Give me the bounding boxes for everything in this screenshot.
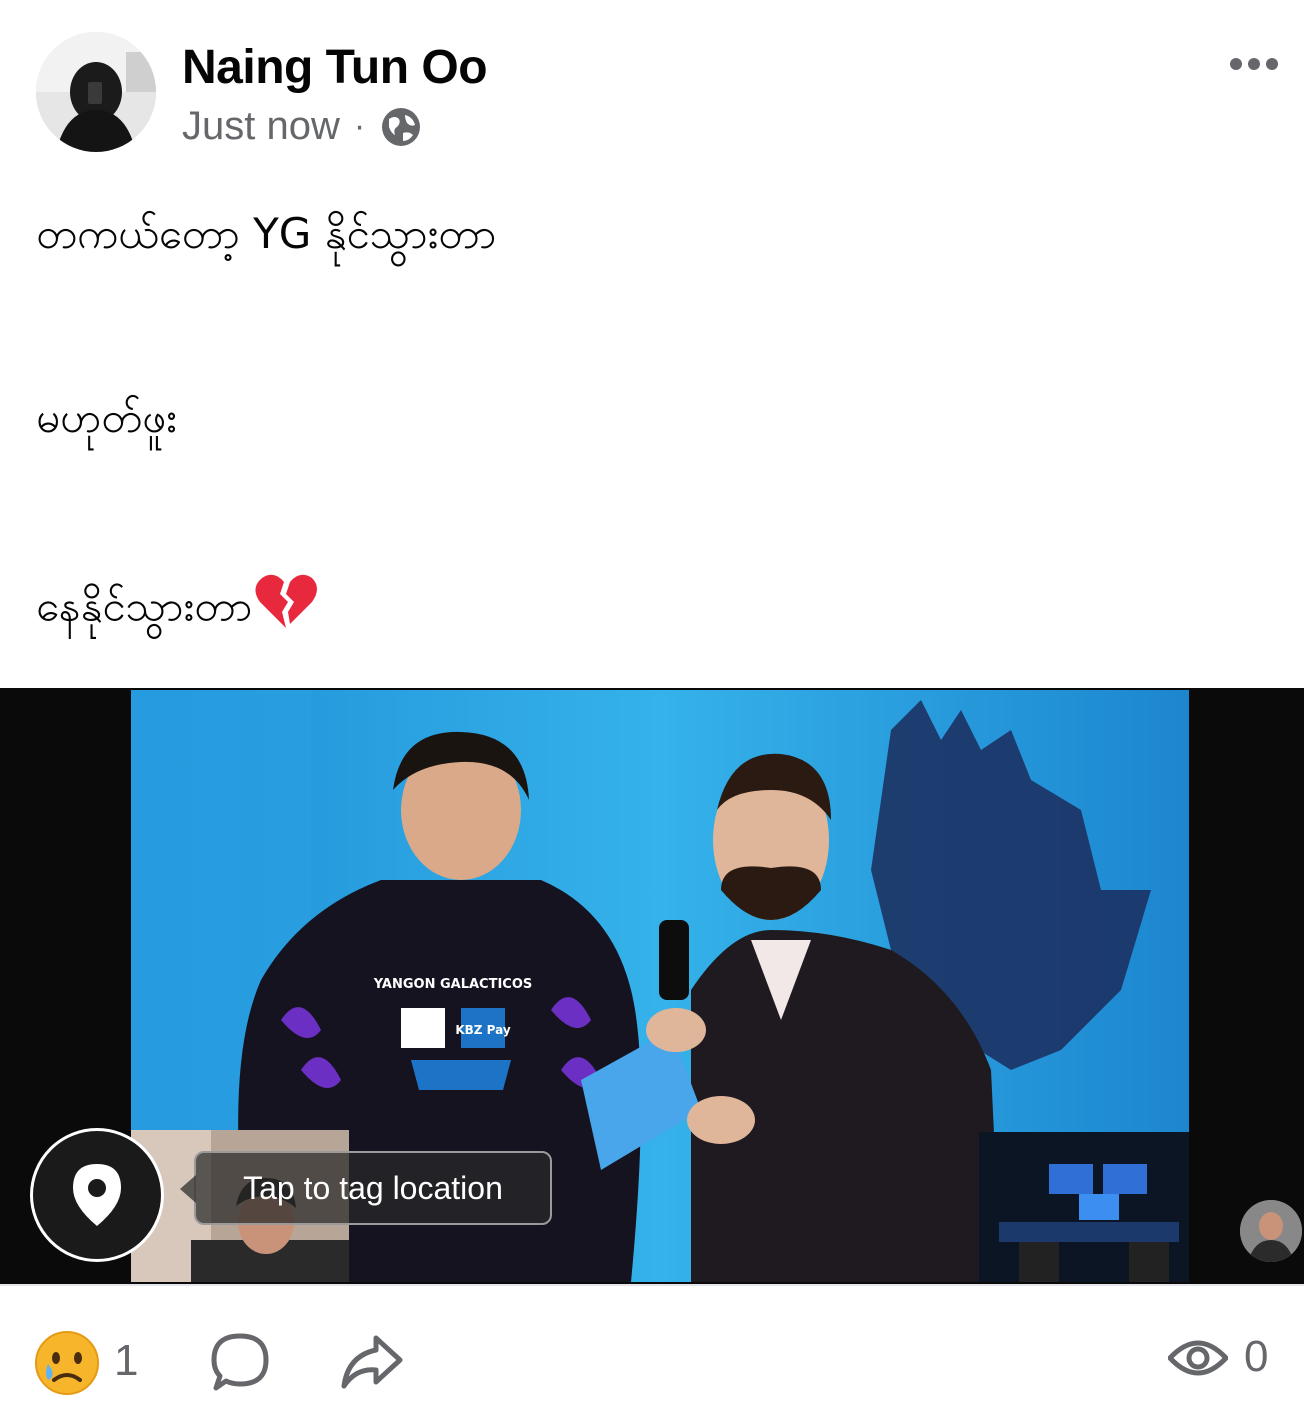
post-line-1: တကယ်တော့ YG နိုင်သွားတာ	[36, 209, 497, 258]
reaction-count[interactable]: 1	[114, 1336, 138, 1386]
sponsor-text: KBZ Pay	[455, 1023, 511, 1037]
meta-separator: ·	[353, 107, 366, 145]
author-name[interactable]: Naing Tun Oo	[182, 40, 488, 95]
more-options-icon[interactable]	[1224, 52, 1284, 76]
viewer-avatar[interactable]	[1240, 1200, 1302, 1262]
share-icon[interactable]	[340, 1332, 404, 1392]
eye-icon	[1168, 1340, 1228, 1376]
avatar-image	[36, 32, 156, 152]
post-meta: Just now ·	[182, 104, 423, 149]
author-avatar[interactable]	[36, 32, 156, 152]
viewer-avatar-image	[1240, 1200, 1302, 1262]
jersey-text: YANGON GALACTICOS	[373, 977, 533, 992]
arena-pip	[979, 1132, 1189, 1282]
footer-divider	[0, 1284, 1304, 1286]
post-line-2: မဟုတ်ဖူး	[36, 393, 177, 442]
post-line-3: နေနိုင်သွားတာ	[36, 572, 318, 646]
post-line-3-text: နေနိုင်သွားတာ	[36, 581, 253, 631]
map-pin-icon	[73, 1164, 121, 1226]
globe-icon	[382, 107, 421, 146]
tag-location-button[interactable]	[30, 1128, 164, 1262]
broken-heart-icon	[254, 572, 318, 646]
tag-location-tooltip[interactable]: Tap to tag location	[180, 1151, 552, 1225]
post-timestamp[interactable]: Just now	[182, 104, 340, 149]
views-count: 0	[1244, 1332, 1269, 1381]
sad-face-icon[interactable]	[34, 1330, 100, 1396]
comment-icon[interactable]	[208, 1330, 272, 1394]
